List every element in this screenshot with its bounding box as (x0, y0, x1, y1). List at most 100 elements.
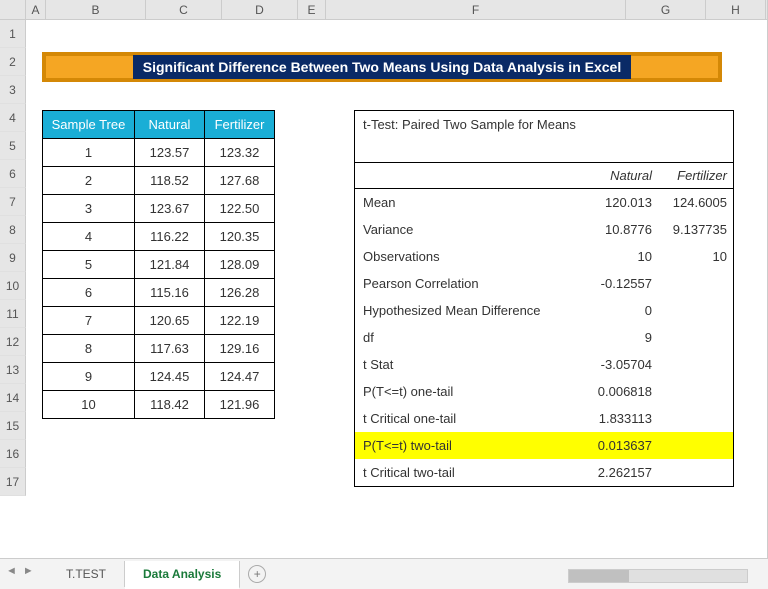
select-all[interactable] (0, 0, 26, 19)
row-5[interactable]: 5 (0, 132, 26, 160)
stats-row[interactable]: Pearson Correlation-0.12557 (355, 270, 733, 297)
cell[interactable]: 129.16 (205, 335, 275, 363)
cell[interactable]: 126.28 (205, 279, 275, 307)
stats-val1: 9 (583, 330, 658, 345)
cell[interactable]: 123.32 (205, 139, 275, 167)
cell[interactable]: 121.96 (205, 391, 275, 419)
cell[interactable]: 10 (43, 391, 135, 419)
scroll-thumb[interactable] (569, 570, 629, 582)
cell[interactable]: 6 (43, 279, 135, 307)
row-8[interactable]: 8 (0, 216, 26, 244)
cell[interactable]: 5 (43, 251, 135, 279)
cell[interactable]: 118.42 (135, 391, 205, 419)
th-sample-tree[interactable]: Sample Tree (43, 111, 135, 139)
stats-title: t-Test: Paired Two Sample for Means (355, 111, 733, 163)
cell[interactable]: 7 (43, 307, 135, 335)
tab-ttest[interactable]: T.TEST (48, 561, 125, 587)
cell[interactable]: 9 (43, 363, 135, 391)
cell[interactable]: 124.45 (135, 363, 205, 391)
row-13[interactable]: 13 (0, 356, 26, 384)
cell[interactable]: 117.63 (135, 335, 205, 363)
row-9[interactable]: 9 (0, 244, 26, 272)
cell[interactable]: 123.57 (135, 139, 205, 167)
stats-label: Hypothesized Mean Difference (363, 303, 583, 318)
stats-row[interactable]: t Critical two-tail2.262157 (355, 459, 733, 486)
table-row[interactable]: 10118.42121.96 (43, 391, 275, 419)
row-16[interactable]: 16 (0, 440, 26, 468)
row-1[interactable]: 1 (0, 20, 26, 48)
stats-row[interactable]: t Critical one-tail1.833113 (355, 405, 733, 432)
stats-label: Mean (363, 195, 583, 210)
cell[interactable]: 121.84 (135, 251, 205, 279)
col-D[interactable]: D (222, 0, 298, 19)
table-row[interactable]: 9124.45124.47 (43, 363, 275, 391)
table-row[interactable]: 5121.84128.09 (43, 251, 275, 279)
stats-val1: 0 (583, 303, 658, 318)
row-7[interactable]: 7 (0, 188, 26, 216)
cell[interactable]: 127.68 (205, 167, 275, 195)
stats-row[interactable]: P(T<=t) two-tail0.013637 (355, 432, 733, 459)
th-fertilizer[interactable]: Fertilizer (205, 111, 275, 139)
tab-next-icon[interactable]: ► (23, 565, 34, 577)
add-sheet-button[interactable]: + (248, 565, 266, 583)
tab-prev-icon[interactable]: ◄ (6, 565, 17, 577)
cell[interactable]: 122.50 (205, 195, 275, 223)
row-14[interactable]: 14 (0, 384, 26, 412)
table-row[interactable]: 6115.16126.28 (43, 279, 275, 307)
stats-row[interactable]: Observations1010 (355, 243, 733, 270)
col-H[interactable]: H (706, 0, 766, 19)
stats-row[interactable]: P(T<=t) one-tail0.006818 (355, 378, 733, 405)
table-row[interactable]: 1123.57123.32 (43, 139, 275, 167)
cell[interactable]: 2 (43, 167, 135, 195)
cell[interactable]: 118.52 (135, 167, 205, 195)
cell[interactable]: 124.47 (205, 363, 275, 391)
cell[interactable]: 120.65 (135, 307, 205, 335)
stats-label: P(T<=t) two-tail (363, 438, 583, 453)
row-10[interactable]: 10 (0, 272, 26, 300)
cell[interactable]: 116.22 (135, 223, 205, 251)
row-2[interactable]: 2 (0, 48, 26, 76)
cell[interactable]: 120.35 (205, 223, 275, 251)
stats-row[interactable]: Hypothesized Mean Difference0 (355, 297, 733, 324)
table-row[interactable]: 8117.63129.16 (43, 335, 275, 363)
col-G[interactable]: G (626, 0, 706, 19)
cell[interactable]: 123.67 (135, 195, 205, 223)
table-row[interactable]: 3123.67122.50 (43, 195, 275, 223)
table-row[interactable]: 7120.65122.19 (43, 307, 275, 335)
stats-row[interactable]: Variance10.87769.137735 (355, 216, 733, 243)
row-4[interactable]: 4 (0, 104, 26, 132)
stats-val2: 9.137735 (658, 222, 733, 237)
stats-label: Observations (363, 249, 583, 264)
cell[interactable]: 1 (43, 139, 135, 167)
page-title: Significant Difference Between Two Means… (133, 55, 631, 79)
stats-row[interactable]: t Stat-3.05704 (355, 351, 733, 378)
col-B[interactable]: B (46, 0, 146, 19)
th-natural[interactable]: Natural (135, 111, 205, 139)
cell[interactable]: 128.09 (205, 251, 275, 279)
col-C[interactable]: C (146, 0, 222, 19)
sheet-tab-bar: ◄ ► T.TEST Data Analysis + (0, 558, 768, 589)
cell[interactable]: 115.16 (135, 279, 205, 307)
stats-val2: 10 (658, 249, 733, 264)
row-11[interactable]: 11 (0, 300, 26, 328)
col-E[interactable]: E (298, 0, 326, 19)
stats-row[interactable]: df9 (355, 324, 733, 351)
row-3[interactable]: 3 (0, 76, 26, 104)
cell[interactable]: 4 (43, 223, 135, 251)
cell[interactable]: 3 (43, 195, 135, 223)
row-12[interactable]: 12 (0, 328, 26, 356)
cell[interactable]: 8 (43, 335, 135, 363)
col-A[interactable]: A (26, 0, 46, 19)
col-F[interactable]: F (326, 0, 626, 19)
tab-data-analysis[interactable]: Data Analysis (125, 561, 240, 589)
table-row[interactable]: 4116.22120.35 (43, 223, 275, 251)
row-15[interactable]: 15 (0, 412, 26, 440)
row-6[interactable]: 6 (0, 160, 26, 188)
cell[interactable]: 122.19 (205, 307, 275, 335)
stats-row[interactable]: Mean120.013124.6005 (355, 189, 733, 216)
stats-label: Pearson Correlation (363, 276, 583, 291)
stats-val1: 2.262157 (583, 465, 658, 480)
row-17[interactable]: 17 (0, 468, 26, 496)
table-row[interactable]: 2118.52127.68 (43, 167, 275, 195)
horizontal-scrollbar[interactable] (568, 569, 748, 583)
